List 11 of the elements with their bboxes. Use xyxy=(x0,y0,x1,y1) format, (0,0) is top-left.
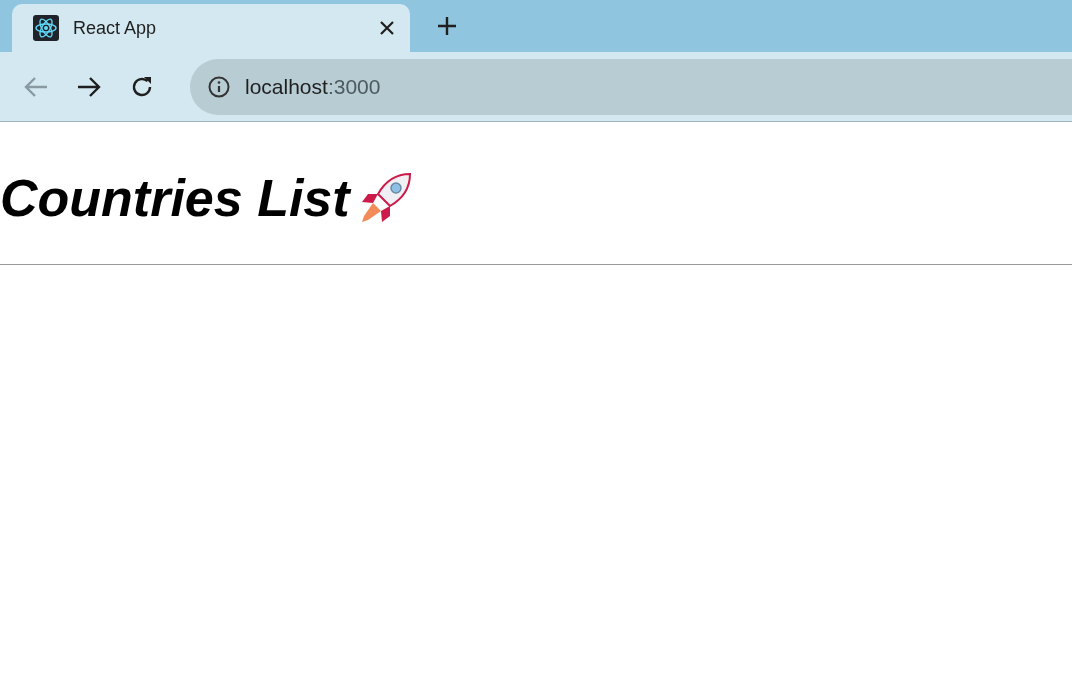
forward-arrow-icon[interactable] xyxy=(77,75,101,98)
new-tab-icon[interactable] xyxy=(437,16,457,36)
address-bar[interactable]: localhost:3000 xyxy=(190,58,1072,115)
info-icon[interactable] xyxy=(208,75,230,98)
tab-title: React App xyxy=(73,16,158,40)
url-text: localhost:3000 xyxy=(245,73,381,100)
browser-tab[interactable]: React App xyxy=(12,4,410,52)
page-heading: Countries List xyxy=(0,168,350,229)
reload-icon[interactable] xyxy=(130,74,154,99)
atom-icon xyxy=(33,15,59,41)
close-icon[interactable] xyxy=(380,21,394,35)
